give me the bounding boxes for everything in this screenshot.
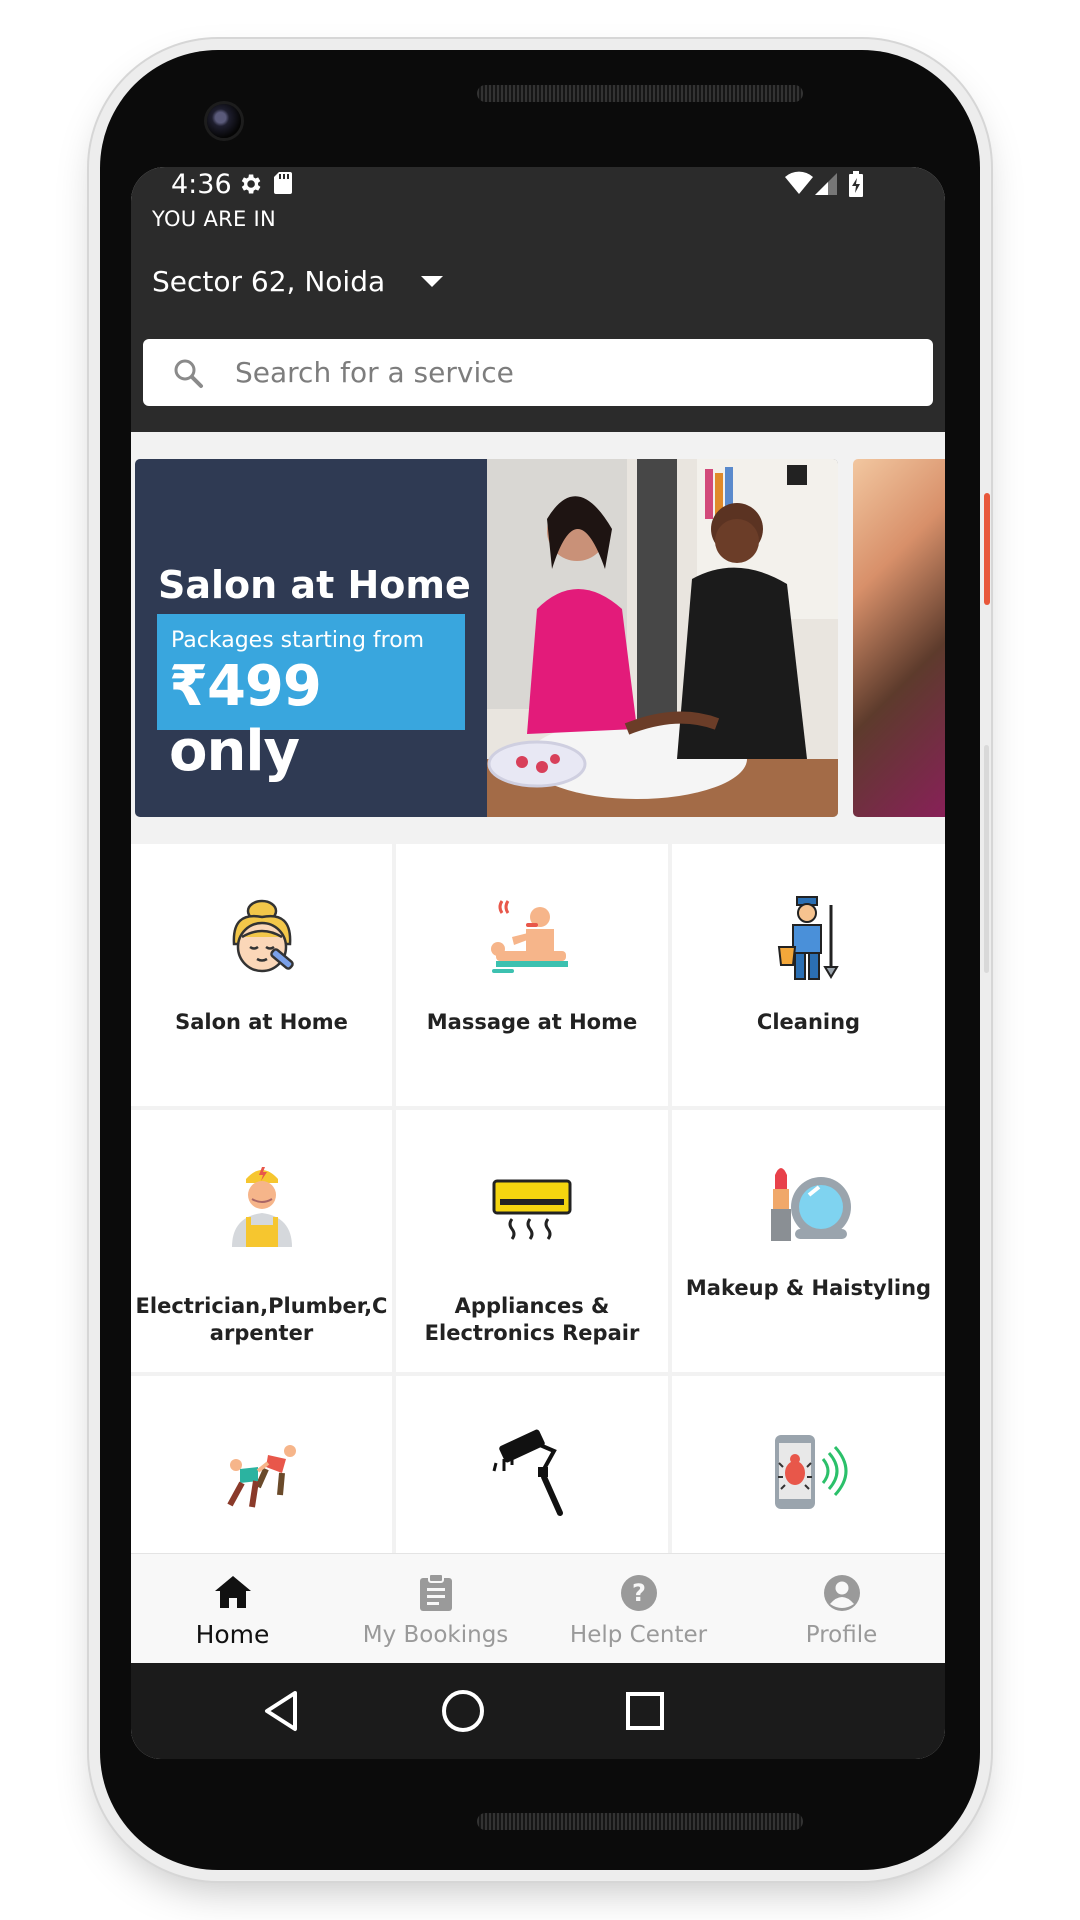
settings-gear-icon <box>237 171 263 201</box>
promo-price: ₹499 only <box>169 654 322 784</box>
earpiece-speaker <box>477 85 803 102</box>
category-massage-at-home[interactable]: Massage at Home <box>396 844 672 1106</box>
nav-my-bookings[interactable]: My Bookings <box>334 1554 537 1664</box>
front-camera <box>207 104 241 138</box>
power-button <box>984 493 990 605</box>
nav-label: Help Center <box>569 1622 708 1648</box>
bottom-navigation: Home My Bookings ? Help Center Profile <box>131 1553 945 1664</box>
paint-roller-icon <box>492 1429 563 1516</box>
category-makeup-hairstyling[interactable]: Makeup & Haistyling <box>672 1110 945 1372</box>
home-circle-icon[interactable] <box>433 1681 493 1741</box>
fitness-icon <box>226 1445 296 1508</box>
makeup-icon <box>770 1168 851 1241</box>
location-selector[interactable]: Sector 62, Noida <box>152 261 444 301</box>
nav-home[interactable]: Home <box>131 1554 334 1664</box>
nav-help-center[interactable]: ? Help Center <box>537 1554 740 1664</box>
category-salon-at-home[interactable]: Salon at Home <box>131 844 396 1106</box>
category-label: Salon at Home <box>175 1009 348 1034</box>
category-label: Cleaning <box>756 1009 861 1034</box>
banner-photo <box>487 459 838 817</box>
nav-label: Home <box>195 1620 270 1649</box>
cleaning-icon <box>777 896 839 980</box>
promo-subtitle: Packages starting from <box>171 628 425 653</box>
search-bar[interactable] <box>143 339 933 406</box>
category-grid: Salon at Home Massage at Home Cleaning E… <box>131 844 945 1638</box>
nav-profile[interactable]: Profile <box>740 1554 943 1664</box>
next-banner-preview[interactable] <box>853 459 945 817</box>
home-icon <box>214 1574 252 1614</box>
nav-label: My Bookings <box>362 1622 509 1648</box>
category-cleaning[interactable]: Cleaning <box>672 844 945 1106</box>
back-icon[interactable] <box>251 1681 311 1741</box>
dropdown-arrow-icon <box>421 275 444 287</box>
pest-control-phone-icon <box>774 1435 847 1509</box>
air-conditioner-icon <box>492 1179 572 1240</box>
electrician-icon <box>231 1167 292 1247</box>
location-text: Sector 62, Noida <box>152 264 386 298</box>
clipboard-icon <box>419 1573 453 1616</box>
status-time: 4:36 <box>171 169 232 200</box>
volume-button <box>984 745 989 973</box>
category-appliances-electronics-repair[interactable]: Appliances & Electronics Repair <box>396 1110 672 1372</box>
location-caption: YOU ARE IN <box>152 207 277 231</box>
salon-banner[interactable]: Salon at Home Packages starting from ₹49… <box>135 459 838 817</box>
battery-charging-icon <box>849 171 863 201</box>
app-screen: 4:36 YOU ARE IN Sector 62, Noida Search … <box>131 167 945 1759</box>
banner-carousel[interactable]: Salon at Home Packages starting from ₹49… <box>131 432 945 817</box>
wifi-icon <box>785 171 813 199</box>
bottom-speaker <box>477 1813 803 1830</box>
massage-icon <box>491 900 568 973</box>
cellular-signal-icon <box>815 171 837 199</box>
category-label: Electrician,Plumber,C arpenter <box>135 1294 388 1345</box>
app-header: 4:36 YOU ARE IN Sector 62, Noida <box>131 167 945 432</box>
search-input[interactable] <box>233 355 837 390</box>
category-label: Appliances & Electronics Repair <box>424 1294 640 1345</box>
category-label: Makeup & Haistyling <box>685 1275 932 1300</box>
category-electrician-plumber-carpenter[interactable]: Electrician,Plumber,C arpenter <box>131 1110 396 1372</box>
sd-card-icon <box>273 171 293 199</box>
profile-icon <box>823 1574 861 1616</box>
recents-square-icon[interactable] <box>615 1681 675 1741</box>
category-label: Massage at Home <box>426 1009 638 1034</box>
promo-box: Packages starting from ₹499 only <box>157 614 465 784</box>
system-navigation-bar <box>131 1663 945 1759</box>
search-icon <box>143 357 233 389</box>
banner-title: Salon at Home <box>158 563 471 607</box>
help-icon: ? <box>620 1574 658 1616</box>
svg-text:?: ? <box>632 1579 646 1607</box>
nav-label: Profile <box>805 1622 878 1648</box>
salon-icon <box>232 899 294 973</box>
